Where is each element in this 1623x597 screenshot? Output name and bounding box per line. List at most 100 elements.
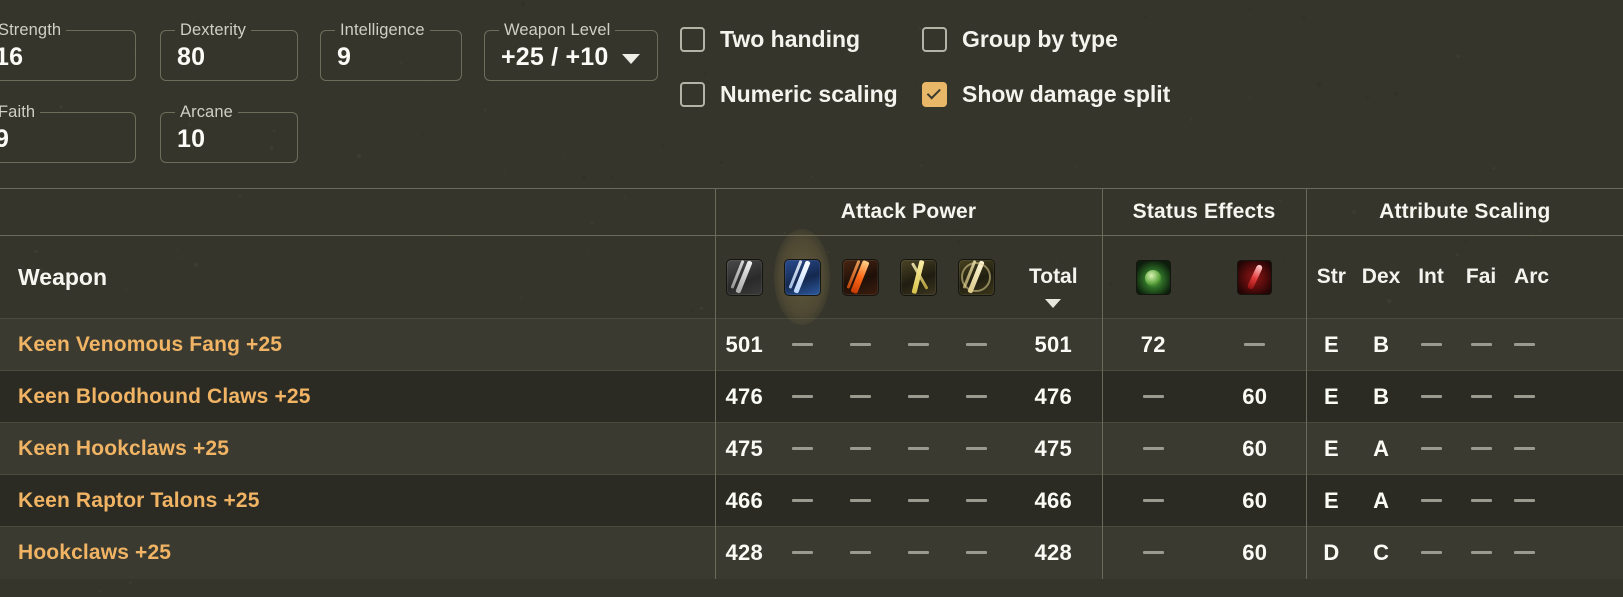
table-row[interactable]: Keen Hookclaws +25 475 475 60 E A xyxy=(0,422,1623,475)
column-header-magic-damage[interactable] xyxy=(773,229,831,325)
faith-field[interactable]: Faith 9 xyxy=(0,104,136,163)
weapon-table-container: Attack Power Status Effects Attribute Sc… xyxy=(0,188,1623,579)
empty-dash xyxy=(791,498,813,502)
empty-dash xyxy=(907,394,929,398)
checkbox-two-handing[interactable]: Two handing xyxy=(680,26,922,53)
scaling-cell-1: A xyxy=(1356,422,1407,475)
table-row[interactable]: Keen Venomous Fang +25 501 501 72 E B xyxy=(0,318,1623,371)
empty-dash xyxy=(1514,498,1536,502)
total-cell: 476 xyxy=(1005,370,1103,423)
damage-cell-4 xyxy=(947,474,1005,527)
empty-dash xyxy=(907,551,929,555)
chevron-down-icon[interactable] xyxy=(622,53,641,64)
weapon-level-value-row[interactable]: +25 / +10 xyxy=(485,39,657,72)
damage-cell-3 xyxy=(889,370,947,423)
checkbox-numeric-scaling[interactable]: Numeric scaling xyxy=(680,81,922,108)
column-header-arc[interactable]: Arc xyxy=(1506,235,1623,319)
empty-dash xyxy=(1470,394,1492,398)
empty-dash xyxy=(849,498,871,502)
scaling-cell-2 xyxy=(1406,318,1457,371)
scaling-cell-2 xyxy=(1406,474,1457,527)
weapon-level-label: Weapon Level xyxy=(504,21,611,39)
checkbox-box-numeric-scaling[interactable] xyxy=(680,81,705,107)
intelligence-value[interactable]: 9 xyxy=(321,39,461,72)
checkbox-label-group-by-type: Group by type xyxy=(962,25,1118,52)
column-header-poison[interactable] xyxy=(1101,235,1205,319)
weapon-name-cell[interactable]: Keen Bloodhound Claws +25 xyxy=(0,370,715,423)
weapon-name-cell[interactable]: Keen Raptor Talons +25 xyxy=(0,474,715,527)
strength-field[interactable]: Strength 16 xyxy=(0,22,136,81)
empty-dash xyxy=(1142,551,1164,555)
scaling-cell-2 xyxy=(1406,526,1457,579)
total-cell: 501 xyxy=(1005,318,1103,371)
scaling-cell-4 xyxy=(1506,526,1623,579)
table-row[interactable]: Keen Bloodhound Claws +25 476 476 60 E B xyxy=(0,370,1623,423)
empty-dash xyxy=(1514,446,1536,450)
weapon-name-cell[interactable]: Keen Hookclaws +25 xyxy=(0,422,715,475)
arcane-field[interactable]: Arcane 10 xyxy=(160,104,298,163)
group-header-attack-power[interactable]: Attack Power xyxy=(714,188,1103,236)
empty-dash xyxy=(1142,446,1164,450)
scaling-cell-0: D xyxy=(1305,526,1357,579)
caret-down-icon[interactable] xyxy=(1045,299,1062,308)
column-header-physical-damage[interactable] xyxy=(714,235,773,319)
column-header-dex[interactable]: Dex xyxy=(1356,235,1407,319)
weapon-name-cell[interactable]: Keen Venomous Fang +25 xyxy=(0,318,715,371)
scaling-cell-0: E xyxy=(1305,422,1357,475)
damage-cell-1 xyxy=(773,526,831,579)
weapon-name-cell[interactable]: Hookclaws +25 xyxy=(0,526,715,579)
damage-cell-0: 466 xyxy=(714,474,773,527)
column-header-int[interactable]: Int xyxy=(1406,235,1457,319)
strength-value[interactable]: 16 xyxy=(0,39,135,72)
table-row[interactable]: Hookclaws +25 428 428 60 D C xyxy=(0,526,1623,579)
damage-cell-0: 476 xyxy=(714,370,773,423)
damage-cell-0: 428 xyxy=(714,526,773,579)
checkbox-show-damage-split[interactable]: Show damage split xyxy=(922,81,1170,108)
dexterity-value[interactable]: 80 xyxy=(161,39,297,72)
checkbox-label-numeric-scaling: Numeric scaling xyxy=(720,80,898,107)
checkbox-group-by-type[interactable]: Group by type xyxy=(922,26,1118,53)
checkbox-box-show-damage-split[interactable] xyxy=(922,81,947,107)
damage-cell-2 xyxy=(831,422,889,475)
intelligence-field[interactable]: Intelligence 9 xyxy=(320,22,462,81)
arcane-value[interactable]: 10 xyxy=(161,121,297,154)
empty-dash xyxy=(849,446,871,450)
status-cell-0 xyxy=(1101,422,1205,475)
column-header-total[interactable]: Total xyxy=(1005,235,1103,319)
damage-cell-1 xyxy=(773,474,831,527)
dexterity-field[interactable]: Dexterity 80 xyxy=(160,22,298,81)
faith-value[interactable]: 9 xyxy=(0,121,135,154)
column-header-bleed[interactable] xyxy=(1204,235,1307,319)
empty-dash xyxy=(849,342,871,346)
column-header-lightning-damage[interactable] xyxy=(889,235,947,319)
empty-dash xyxy=(791,342,813,346)
damage-cell-2 xyxy=(831,526,889,579)
column-header-holy-damage[interactable] xyxy=(947,235,1005,319)
holy-damage-icon xyxy=(957,258,995,296)
column-header-weapon[interactable]: Weapon xyxy=(0,235,715,319)
checkbox-box-group-by-type[interactable] xyxy=(922,26,947,52)
group-header-attribute-scaling[interactable]: Attribute Scaling xyxy=(1305,188,1623,236)
group-header-status-effects[interactable]: Status Effects xyxy=(1101,188,1307,236)
status-cell-0 xyxy=(1101,526,1205,579)
column-header-fire-damage[interactable] xyxy=(831,235,889,319)
checkbox-label-show-damage-split: Show damage split xyxy=(962,80,1171,107)
table-body: Keen Venomous Fang +25 501 501 72 E B Keen Blo… xyxy=(0,318,1623,579)
weapon-level-field[interactable]: Weapon Level +25 / +10 xyxy=(484,22,658,81)
lightning-damage-icon xyxy=(899,258,937,296)
empty-dash xyxy=(1514,342,1536,346)
column-header-fai[interactable]: Fai xyxy=(1456,235,1507,319)
scaling-cell-0: E xyxy=(1305,318,1357,371)
status-cell-1: 60 xyxy=(1204,422,1307,475)
table-row[interactable]: Keen Raptor Talons +25 466 466 60 E A xyxy=(0,474,1623,527)
empty-dash xyxy=(965,342,987,346)
column-header-str[interactable]: Str xyxy=(1305,235,1357,319)
checkbox-box-two-handing[interactable] xyxy=(680,26,705,52)
weapon-table: Attack Power Status Effects Attribute Sc… xyxy=(0,188,1623,579)
empty-dash xyxy=(907,342,929,346)
empty-dash xyxy=(1470,498,1492,502)
damage-cell-3 xyxy=(889,318,947,371)
faith-label: Faith xyxy=(0,103,36,121)
empty-dash xyxy=(1420,342,1442,346)
scaling-cell-0: E xyxy=(1305,474,1357,527)
